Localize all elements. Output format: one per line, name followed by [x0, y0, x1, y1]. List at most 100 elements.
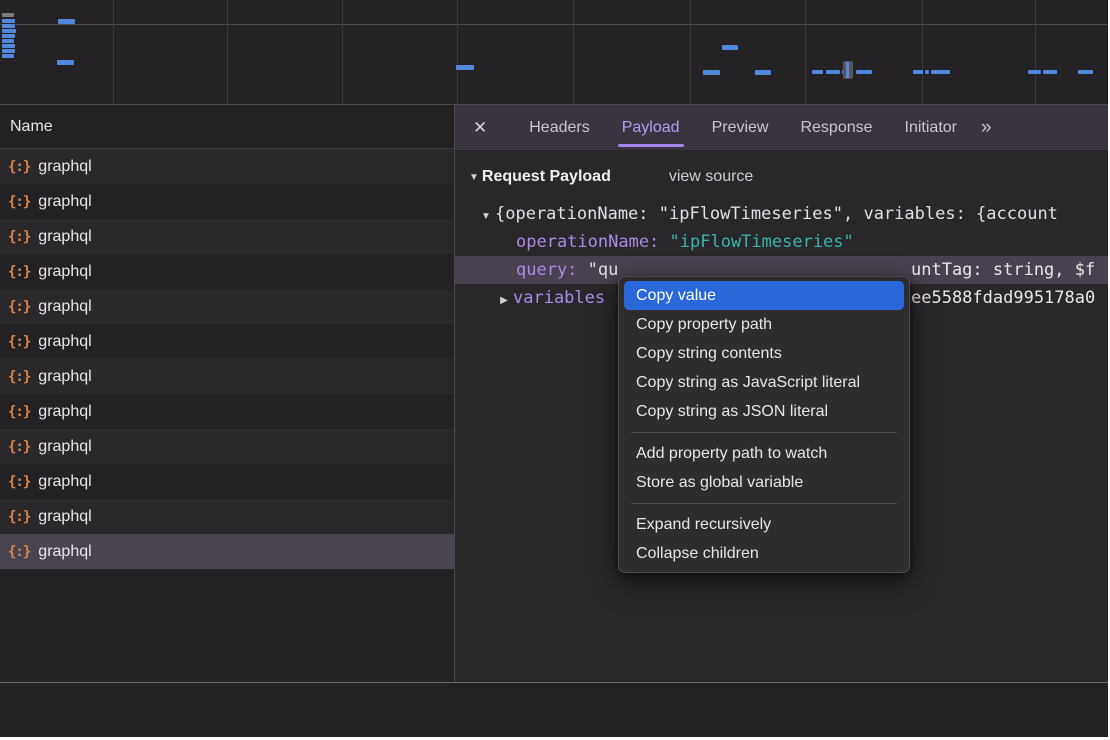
menu-item-expand-recursively[interactable]: Expand recursively	[619, 510, 909, 539]
name-column-header[interactable]: Name	[0, 105, 454, 149]
overview-gridline	[342, 0, 343, 104]
close-icon[interactable]: ✕	[473, 118, 487, 138]
network-request-row[interactable]: {:}graphql	[0, 394, 454, 429]
overview-request-bar	[2, 49, 15, 53]
tab-headers[interactable]: Headers	[513, 105, 605, 150]
overview-request-bar	[925, 70, 929, 74]
network-request-row[interactable]: {:}graphql	[0, 254, 454, 289]
network-request-row[interactable]: {:}graphql	[0, 359, 454, 394]
overview-request-bar	[1028, 70, 1041, 74]
overview-request-bar	[2, 13, 14, 17]
overview-request-bar	[57, 60, 74, 65]
overview-request-bar	[812, 70, 823, 74]
view-source-link[interactable]: view source	[669, 168, 753, 186]
overview-request-bar	[456, 65, 474, 70]
property-value: "ipFlowTimeseries"	[659, 232, 853, 252]
json-braces-icon: {:}	[8, 474, 30, 490]
json-braces-icon: {:}	[8, 264, 30, 280]
detail-tab-bar: ✕ Headers Payload Preview Response Initiator…	[455, 105, 1108, 150]
panel-vertical-divider[interactable]	[454, 105, 455, 737]
overview-request-bar	[2, 34, 15, 38]
menu-item-copy-string-contents[interactable]: Copy string contents	[619, 339, 909, 368]
request-name: graphql	[38, 473, 91, 491]
overview-request-bar	[755, 70, 771, 75]
property-key: query:	[516, 260, 577, 280]
overview-gridline	[922, 0, 923, 104]
tab-list: Headers Payload Preview Response Initiator	[513, 105, 973, 150]
overview-gridline	[573, 0, 574, 104]
collapsed-arrow-icon[interactable]: ▶	[495, 287, 513, 312]
request-name: graphql	[38, 368, 91, 386]
more-tabs-icon[interactable]: »	[981, 117, 990, 139]
menu-item-copy-property-path[interactable]: Copy property path	[619, 310, 909, 339]
request-payload-header[interactable]: ▼ Request Payload view source	[469, 168, 1108, 186]
tab-response[interactable]: Response	[784, 105, 888, 150]
overview-request-bar	[826, 70, 840, 74]
property-value-right: untTag: string, $f	[911, 256, 1095, 284]
network-overview[interactable]	[0, 0, 1108, 105]
overview-request-bar	[913, 70, 923, 74]
summary-bar	[0, 683, 1108, 737]
request-name: graphql	[38, 193, 91, 211]
tab-payload[interactable]: Payload	[606, 105, 696, 150]
json-braces-icon: {:}	[8, 509, 30, 525]
overview-request-bar	[2, 29, 16, 33]
menu-item-copy-string-as-json-literal[interactable]: Copy string as JSON literal	[619, 397, 909, 426]
network-request-row[interactable]: {:} graphql	[0, 464, 454, 499]
overview-gridline	[1035, 0, 1036, 104]
network-request-row[interactable]: {:} graphql	[0, 289, 454, 324]
menu-item-store-as-global-variable[interactable]: Store as global variable	[619, 468, 909, 497]
json-braces-icon: {:}	[8, 404, 30, 420]
overview-request-bar	[1078, 70, 1093, 74]
overview-request-bar	[703, 70, 720, 75]
menu-item-add-property-path-to-watch[interactable]: Add property path to watch	[619, 439, 909, 468]
tab-initiator[interactable]: Initiator	[889, 105, 973, 150]
tab-label: Initiator	[905, 119, 957, 137]
overview-request-bar	[2, 39, 14, 43]
network-request-panel: Name {:}graphql{:}graphql{:}graphql{:}gr…	[0, 105, 454, 682]
section-collapse-icon[interactable]: ▼	[469, 172, 479, 183]
network-request-row[interactable]: {:}graphql	[0, 184, 454, 219]
overview-gridline	[227, 0, 228, 104]
tab-preview[interactable]: Preview	[696, 105, 785, 150]
overview-horizontal-divider	[0, 24, 1108, 25]
property-value-left: "qu	[577, 260, 618, 280]
overview-request-bar	[856, 70, 872, 74]
menu-item-copy-value[interactable]: Copy value	[624, 281, 904, 310]
payload-root-row[interactable]: ▼{operationName: "ipFlowTimeseries", var…	[455, 200, 1108, 228]
overview-request-bar	[58, 19, 75, 24]
overview-selected-marker	[843, 61, 853, 79]
section-title: Request Payload	[482, 168, 611, 186]
json-braces-icon: {:}	[8, 334, 30, 350]
request-name: graphql	[38, 298, 91, 316]
network-request-row[interactable]: {:}graphql	[0, 324, 454, 359]
overview-gridline	[805, 0, 806, 104]
json-braces-icon: {:}	[8, 299, 30, 315]
menu-item-collapse-children[interactable]: Collapse children	[619, 539, 909, 568]
tab-label: Preview	[712, 119, 769, 137]
overview-request-bar	[2, 44, 15, 48]
tab-label: Headers	[529, 119, 589, 137]
expand-arrow-icon[interactable]: ▼	[477, 203, 495, 228]
payload-row-operation-name[interactable]: operationName: "ipFlowTimeseries"	[455, 228, 1108, 256]
menu-separator	[631, 503, 897, 504]
request-name: graphql	[38, 543, 91, 561]
json-braces-icon: {:}	[8, 229, 30, 245]
network-request-list: {:} graphql {:} graphql {:} graphql {:} graphql…	[0, 149, 454, 569]
network-request-row[interactable]: {:} graphql	[0, 534, 454, 569]
network-request-row[interactable]: {:}graphql	[0, 429, 454, 464]
network-request-row[interactable]: {:}graphql	[0, 149, 454, 184]
tab-label: Payload	[622, 119, 680, 137]
json-braces-icon: {:}	[8, 544, 30, 560]
property-key: operationName:	[516, 232, 659, 252]
context-menu: Copy valueCopy property pathCopy string …	[618, 276, 910, 573]
network-request-row[interactable]: {:}graphql	[0, 219, 454, 254]
tab-label: Response	[800, 119, 872, 137]
overview-request-bar	[1043, 70, 1057, 74]
menu-item-copy-string-as-javascript-literal[interactable]: Copy string as JavaScript literal	[619, 368, 909, 397]
property-value-right: ee5588fdad995178a0	[911, 284, 1095, 312]
json-braces-icon: {:}	[8, 439, 30, 455]
network-request-row[interactable]: {:}graphql	[0, 499, 454, 534]
overview-gridline	[457, 0, 458, 104]
overview-request-bar	[2, 19, 15, 23]
